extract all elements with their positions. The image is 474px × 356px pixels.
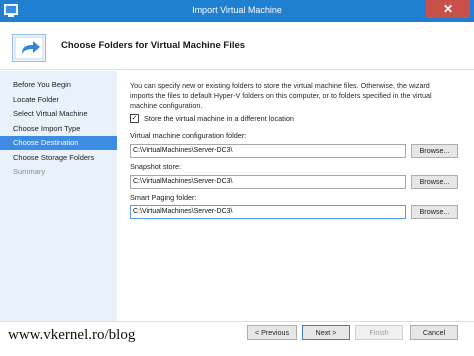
footer-divider (0, 321, 474, 322)
nav-item-select-virtual-machine[interactable]: Select Virtual Machine (0, 107, 117, 121)
description-text: You can specify new or existing folders … (130, 81, 450, 111)
nav-item-choose-storage-folders[interactable]: Choose Storage Folders (0, 151, 117, 165)
watermark-text: www.vkernel.ro/blog (8, 327, 136, 343)
title-bar: Import Virtual Machine ✕ (0, 0, 474, 22)
snapshot-store-input[interactable]: C:\VirtualMachines\Server-DC3\ (130, 175, 406, 189)
description-line: You can specify new or existing folders … (130, 81, 430, 90)
smart-paging-folder-label: Smart Paging folder: (130, 193, 197, 202)
description-line: machine configuration. (130, 101, 203, 110)
smart-paging-folder-browse-button[interactable]: Browse... (411, 205, 458, 219)
nav-item-choose-import-type[interactable]: Choose Import Type (0, 122, 117, 136)
description-line: imports the files to default Hyper-V fol… (130, 91, 432, 100)
store-different-location-checkbox[interactable]: ✓ (130, 114, 139, 123)
nav-item-before-you-begin[interactable]: Before You Begin (0, 78, 117, 92)
config-folder-label: Virtual machine configuration folder: (130, 131, 247, 140)
nav-item-locate-folder[interactable]: Locate Folder (0, 93, 117, 107)
next-button[interactable]: Next > (302, 325, 350, 340)
nav-item-choose-destination[interactable]: Choose Destination (0, 136, 117, 150)
config-folder-browse-button[interactable]: Browse... (411, 144, 458, 158)
config-folder-input[interactable]: C:\VirtualMachines\Server-DC3\ (130, 144, 406, 158)
finish-button: Finish (355, 325, 403, 340)
previous-button[interactable]: < Previous (247, 325, 297, 340)
wizard-nav: Before You Begin Locate Folder Select Vi… (0, 71, 117, 321)
cancel-button[interactable]: Cancel (410, 325, 458, 340)
window-title: Import Virtual Machine (192, 5, 282, 15)
wizard-header: Choose Folders for Virtual Machine Files (0, 22, 474, 70)
page-title: Choose Folders for Virtual Machine Files (61, 40, 246, 51)
close-button[interactable]: ✕ (426, 0, 470, 18)
store-different-location-label: Store the virtual machine in a different… (144, 114, 294, 123)
smart-paging-folder-input[interactable]: C:\VirtualMachines\Server-DC3\ (130, 205, 406, 219)
snapshot-store-browse-button[interactable]: Browse... (411, 175, 458, 189)
nav-item-summary: Summary (13, 167, 46, 176)
import-arrow-icon (12, 34, 46, 62)
snapshot-store-label: Snapshot store: (130, 162, 182, 171)
